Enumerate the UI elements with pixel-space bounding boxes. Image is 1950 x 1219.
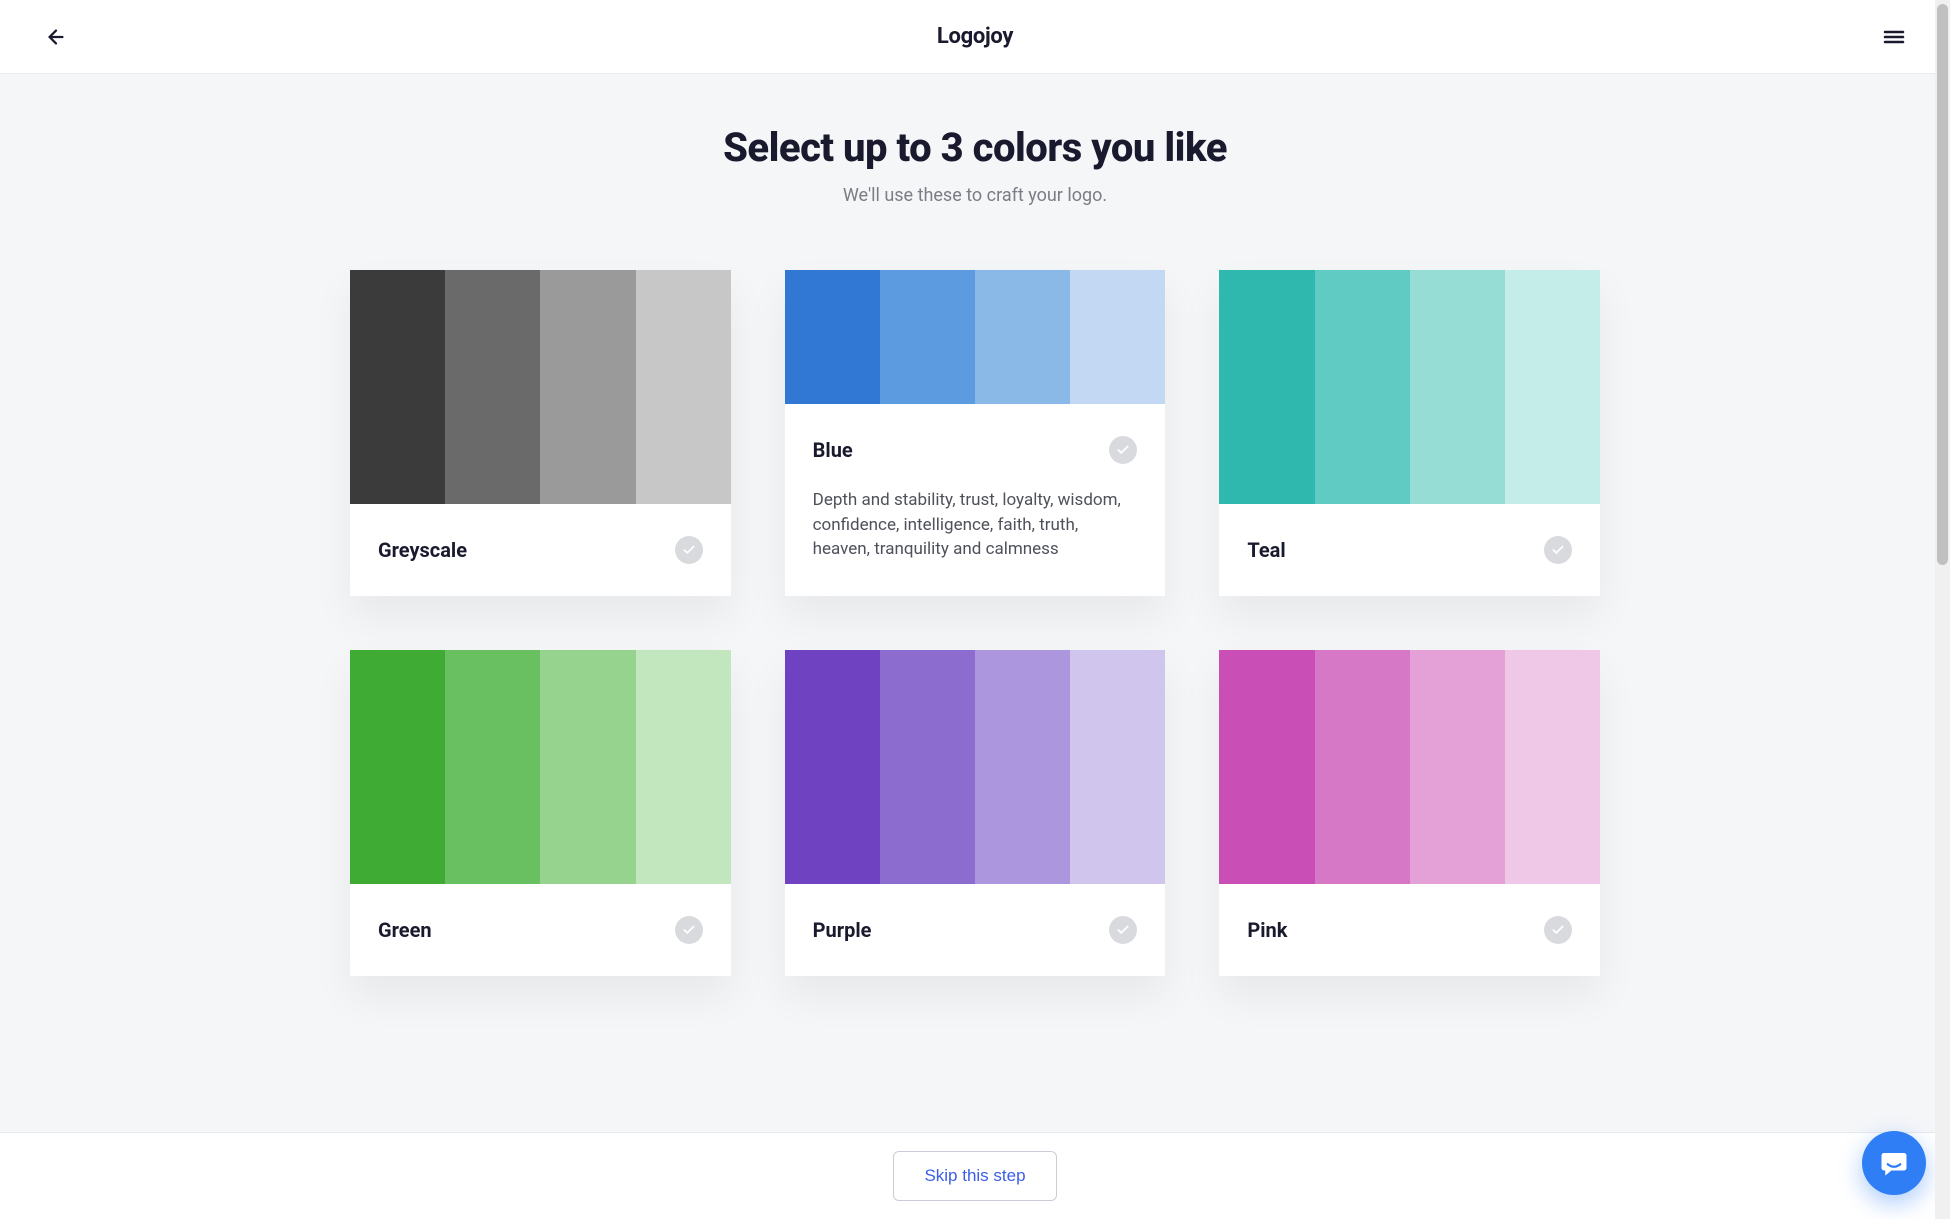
card-header-row: Blue xyxy=(813,436,1138,464)
select-check[interactable] xyxy=(1544,536,1572,564)
card-body: Teal xyxy=(1219,504,1600,596)
swatch xyxy=(975,270,1070,404)
card-body: Green xyxy=(350,884,731,976)
card-name: Pink xyxy=(1247,918,1287,942)
header: Logojoy xyxy=(0,0,1950,74)
color-card-teal[interactable]: Teal xyxy=(1219,270,1600,596)
select-check[interactable] xyxy=(1109,916,1137,944)
card-body: Pink xyxy=(1219,884,1600,976)
swatch xyxy=(445,270,540,504)
skip-button[interactable]: Skip this step xyxy=(893,1151,1056,1201)
color-card-pink[interactable]: Pink xyxy=(1219,650,1600,976)
card-header-row: Green xyxy=(378,916,703,944)
card-header-row: Purple xyxy=(813,916,1138,944)
arrow-left-icon xyxy=(45,26,67,48)
swatch xyxy=(1315,650,1410,884)
swatch xyxy=(540,270,635,504)
color-card-greyscale[interactable]: Greyscale xyxy=(350,270,731,596)
swatch xyxy=(880,270,975,404)
color-card-purple[interactable]: Purple xyxy=(785,650,1166,976)
color-card-blue[interactable]: Blue Depth and stability, trust, loyalty,… xyxy=(785,270,1166,596)
select-check[interactable] xyxy=(1109,436,1137,464)
color-cards-grid: Greyscale Blue Depth and stability, trust,… xyxy=(350,270,1600,976)
card-header-row: Pink xyxy=(1247,916,1572,944)
card-body: Blue Depth and stability, trust, loyalty,… xyxy=(785,404,1166,594)
swatch xyxy=(1505,270,1600,504)
page-title: Select up to 3 colors you like xyxy=(350,124,1600,171)
swatch xyxy=(1505,650,1600,884)
card-name: Purple xyxy=(813,918,872,942)
swatch-row xyxy=(1219,650,1600,884)
check-icon xyxy=(682,923,696,937)
card-name: Green xyxy=(378,918,432,942)
card-body: Greyscale xyxy=(350,504,731,596)
check-icon xyxy=(1551,543,1565,557)
swatch xyxy=(636,270,731,504)
card-name: Teal xyxy=(1247,538,1285,562)
card-header-row: Greyscale xyxy=(378,536,703,564)
footer-bar: Skip this step xyxy=(0,1132,1950,1219)
check-icon xyxy=(1551,923,1565,937)
select-check[interactable] xyxy=(675,536,703,564)
swatch xyxy=(1219,650,1314,884)
swatch-row xyxy=(785,650,1166,884)
menu-button[interactable] xyxy=(1878,21,1910,53)
check-icon xyxy=(1116,923,1130,937)
back-button[interactable] xyxy=(40,21,72,53)
scrollbar[interactable] xyxy=(1935,0,1950,1219)
swatch xyxy=(975,650,1070,884)
check-icon xyxy=(1116,443,1130,457)
swatch xyxy=(785,270,880,404)
chat-icon xyxy=(1879,1148,1909,1178)
card-body: Purple xyxy=(785,884,1166,976)
swatch-row xyxy=(350,270,731,504)
swatch xyxy=(1070,650,1165,884)
swatch xyxy=(350,650,445,884)
card-name: Blue xyxy=(813,438,853,462)
swatch xyxy=(1070,270,1165,404)
scrollbar-thumb[interactable] xyxy=(1937,4,1948,565)
check-icon xyxy=(682,543,696,557)
hamburger-icon xyxy=(1882,25,1906,49)
card-header-row: Teal xyxy=(1247,536,1572,564)
swatch-row xyxy=(785,270,1166,404)
swatch-row xyxy=(350,650,731,884)
swatch xyxy=(636,650,731,884)
select-check[interactable] xyxy=(675,916,703,944)
swatch xyxy=(880,650,975,884)
color-card-green[interactable]: Green xyxy=(350,650,731,976)
select-check[interactable] xyxy=(1544,916,1572,944)
brand-logo: Logojoy xyxy=(937,24,1013,49)
page-subtitle: We'll use these to craft your logo. xyxy=(350,185,1600,206)
swatch xyxy=(445,650,540,884)
chat-fab[interactable] xyxy=(1862,1131,1926,1195)
swatch-row xyxy=(1219,270,1600,504)
swatch xyxy=(1315,270,1410,504)
swatch xyxy=(1410,650,1505,884)
card-description: Depth and stability, trust, loyalty, wis… xyxy=(813,488,1138,562)
swatch xyxy=(1219,270,1314,504)
swatch xyxy=(785,650,880,884)
swatch xyxy=(1410,270,1505,504)
main-content: Select up to 3 colors you like We'll use… xyxy=(275,74,1675,1116)
swatch xyxy=(540,650,635,884)
card-name: Greyscale xyxy=(378,538,467,562)
swatch xyxy=(350,270,445,504)
